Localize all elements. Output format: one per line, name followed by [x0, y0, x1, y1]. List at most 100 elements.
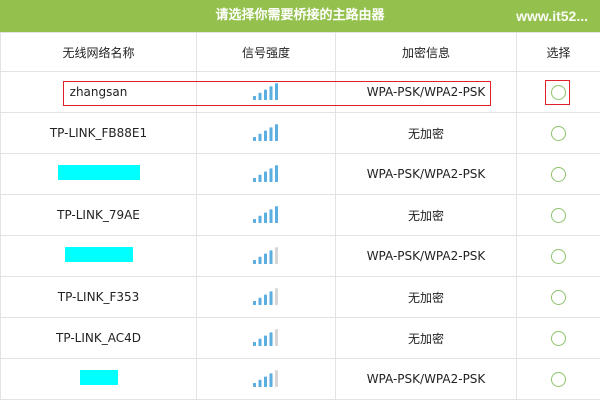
- ssid-cell: [0, 153, 197, 195]
- signal-bar: [264, 294, 267, 305]
- ssid-cell: TP-LINK_AC4D: [0, 317, 197, 359]
- select-cell: [516, 276, 600, 318]
- select-cell: [516, 235, 600, 277]
- select-cell: [516, 194, 600, 236]
- table-row[interactable]: TP-LINK_F353 无加密: [0, 276, 600, 318]
- ssid-label: TP-LINK_AC4D: [56, 331, 141, 345]
- signal-bar: [269, 250, 273, 264]
- encryption-cell: 无加密: [335, 276, 517, 318]
- redacted-ssid: [57, 165, 140, 180]
- table-row[interactable]: TP-LINK_79AE 无加密: [0, 194, 600, 236]
- select-cell: [516, 153, 600, 195]
- ssid-cell: TP-LINK_79AE: [0, 194, 197, 236]
- signal-bar: [253, 137, 256, 141]
- select-cell: [516, 112, 600, 154]
- encryption-cell: 无加密: [335, 317, 517, 359]
- encryption-cell: WPA-PSK/WPA2-PSK: [335, 71, 517, 113]
- signal-bar: [275, 370, 278, 387]
- ssid-cell: TP-LINK_F353: [0, 276, 197, 318]
- table-row[interactable]: zhangsan WPA-PSK/WPA2-PSK: [0, 71, 600, 113]
- column-header-select: 选择: [516, 32, 600, 72]
- signal-bar: [253, 260, 256, 264]
- redacted-ssid: [64, 247, 133, 262]
- signal-strength-icon: [253, 247, 278, 264]
- signal-bar: [258, 174, 262, 182]
- signal-bar: [258, 379, 262, 387]
- signal-bar: [269, 86, 273, 100]
- signal-bar: [264, 212, 267, 223]
- table-header-row: 无线网络名称 信号强度 加密信息 选择: [0, 32, 600, 72]
- signal-bar: [269, 373, 273, 387]
- signal-cell: [196, 194, 336, 236]
- signal-bar: [253, 383, 256, 387]
- ssid-cell: TP-LINK_FB88E1: [0, 112, 197, 154]
- signal-bar: [253, 301, 256, 305]
- signal-bar: [269, 127, 273, 141]
- select-radio[interactable]: [551, 207, 566, 223]
- ssid-label: TP-LINK_79AE: [57, 208, 140, 222]
- ssid-label: zhangsan: [69, 85, 128, 99]
- signal-cell: [196, 153, 336, 195]
- column-header-encryption: 加密信息: [335, 32, 517, 72]
- signal-bar: [269, 291, 273, 305]
- signal-strength-icon: [253, 329, 278, 346]
- encryption-cell: 无加密: [335, 112, 517, 154]
- signal-bar: [264, 335, 267, 346]
- select-cell: [516, 317, 600, 359]
- signal-bar: [264, 171, 267, 182]
- ssid-cell: [0, 358, 197, 400]
- signal-bar: [264, 89, 267, 100]
- signal-cell: [196, 71, 336, 113]
- select-radio[interactable]: [551, 84, 566, 100]
- column-header-ssid: 无线网络名称: [0, 32, 197, 72]
- select-radio[interactable]: [551, 289, 566, 305]
- encryption-cell: WPA-PSK/WPA2-PSK: [335, 358, 517, 400]
- signal-bar: [264, 130, 267, 141]
- signal-bar: [275, 247, 278, 264]
- signal-strength-icon: [253, 206, 278, 223]
- signal-strength-icon: [253, 288, 278, 305]
- page-title-bar: 请选择你需要桥接的主路由器: [0, 0, 600, 32]
- select-radio[interactable]: [551, 125, 566, 141]
- signal-bar: [258, 92, 262, 100]
- signal-bar: [275, 329, 278, 346]
- ssid-cell: [0, 235, 197, 277]
- select-radio[interactable]: [551, 166, 566, 182]
- signal-bar: [253, 178, 256, 182]
- ssid-label: TP-LINK_F353: [57, 290, 140, 304]
- encryption-cell: WPA-PSK/WPA2-PSK: [335, 153, 517, 195]
- encryption-cell: WPA-PSK/WPA2-PSK: [335, 235, 517, 277]
- signal-cell: [196, 358, 336, 400]
- signal-bar: [258, 297, 262, 305]
- signal-strength-icon: [253, 165, 278, 182]
- signal-strength-icon: [253, 83, 278, 100]
- signal-bar: [264, 253, 267, 264]
- select-cell: [516, 358, 600, 400]
- select-cell: [516, 71, 600, 113]
- page-title: 请选择你需要桥接的主路由器: [215, 8, 385, 23]
- redacted-ssid: [79, 370, 118, 385]
- signal-bar: [258, 133, 262, 141]
- signal-cell: [196, 235, 336, 277]
- select-radio[interactable]: [551, 371, 566, 387]
- select-radio[interactable]: [551, 248, 566, 264]
- signal-bar: [275, 288, 278, 305]
- signal-bar: [275, 124, 278, 141]
- table-row[interactable]: WPA-PSK/WPA2-PSK: [0, 153, 600, 195]
- signal-bar: [264, 376, 267, 387]
- table-row[interactable]: TP-LINK_AC4D 无加密: [0, 317, 600, 359]
- signal-bar: [258, 338, 262, 346]
- watermark: www.it52...: [516, 8, 588, 24]
- encryption-cell: 无加密: [335, 194, 517, 236]
- table-row[interactable]: TP-LINK_FB88E1 无加密: [0, 112, 600, 154]
- table-row[interactable]: WPA-PSK/WPA2-PSK: [0, 235, 600, 277]
- signal-strength-icon: [253, 370, 278, 387]
- signal-strength-icon: [253, 124, 278, 141]
- table-row[interactable]: WPA-PSK/WPA2-PSK: [0, 358, 600, 400]
- column-header-signal: 信号强度: [196, 32, 336, 72]
- signal-bar: [275, 165, 278, 182]
- ssid-label: TP-LINK_FB88E1: [49, 126, 148, 140]
- signal-bar: [275, 83, 278, 100]
- signal-bar: [269, 168, 273, 182]
- select-radio[interactable]: [551, 330, 566, 346]
